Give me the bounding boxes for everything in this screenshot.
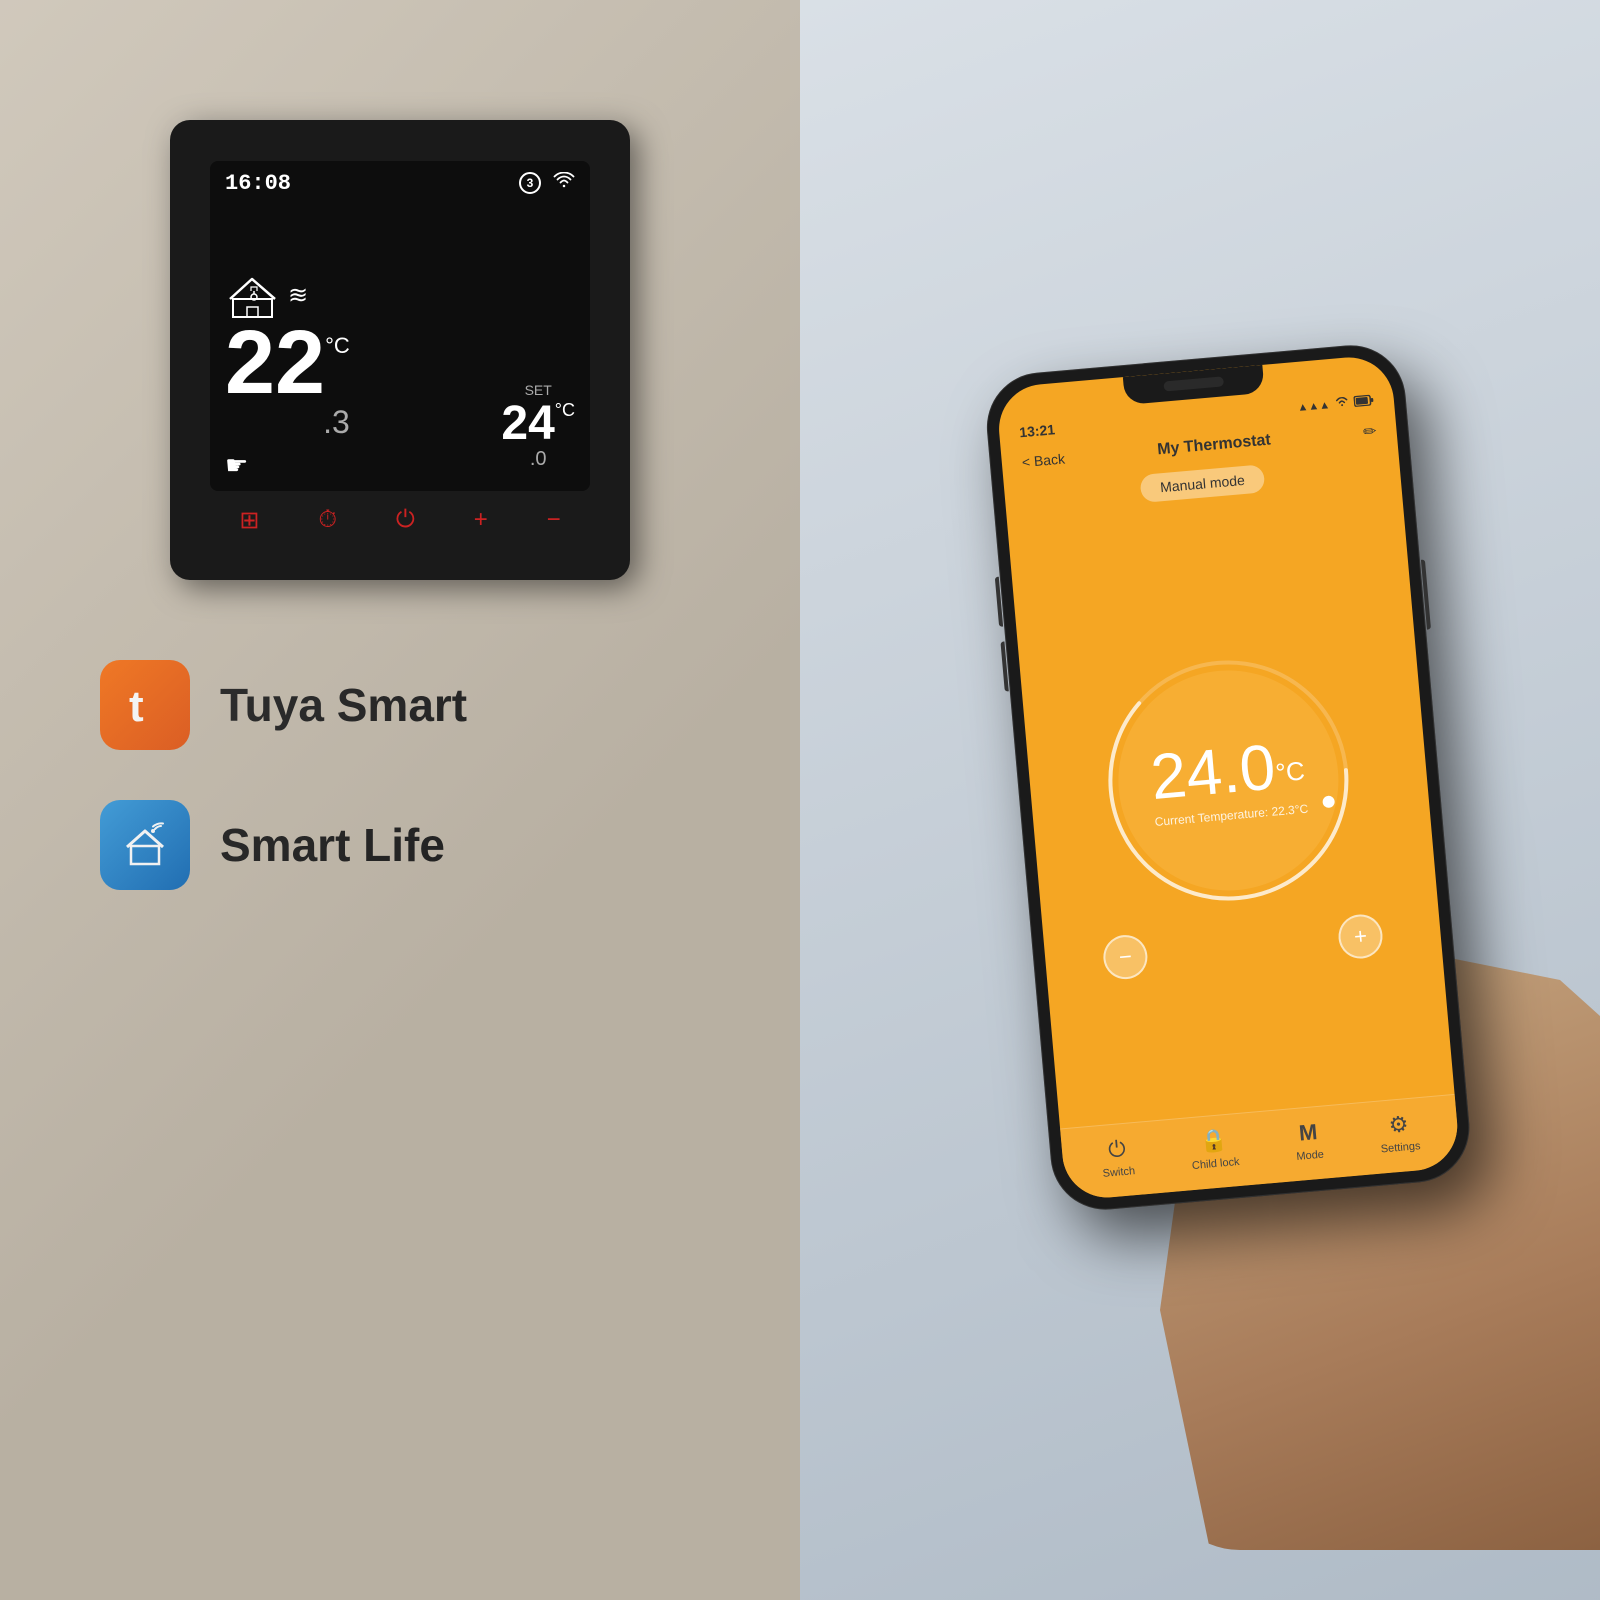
menu-icon[interactable]: ⊞ [239,506,259,535]
childlock-label: Child lock [1191,1156,1240,1172]
minus-icon[interactable]: − [547,506,561,535]
program-number: 3 [519,172,541,194]
side-button-vol-down [1000,641,1008,691]
set-temp-unit: °C [1274,755,1306,787]
set-label: SET [525,382,552,398]
switch-label: Switch [1102,1165,1135,1180]
plus-icon[interactable]: + [474,506,488,535]
thermostat-time: 16:08 [225,171,291,196]
set-temp-unit: °C [555,400,575,421]
temp-circle-content: 24.0°C Current Temperature: 22.3°C [1148,731,1309,828]
switch-icon: ⏻ [1107,1136,1127,1163]
brands-section: t Tuya Smart Smart Life [0,660,800,890]
set-temp: 24 [501,400,554,448]
signal-icon: ▲▲▲ [1297,399,1331,414]
nav-childlock[interactable]: 🔒 Child lock [1189,1126,1240,1172]
clock-icon[interactable]: ⏱ [318,506,337,535]
status-time: 13:21 [1019,421,1056,440]
lcd-top-row: 16:08 3 [225,171,575,196]
temp-controls: − + [1102,912,1385,980]
right-panel: 13:21 ▲▲▲ [800,0,1600,1600]
touch-icon: ☛ [225,450,248,481]
thermostat-buttons: ⊞ ⏱ ⏻ + − [210,491,590,540]
mode-icon: M [1298,1119,1319,1146]
smartlife-logo [100,800,190,890]
mode-label: Mode [1296,1149,1324,1163]
temperature-circle: 24.0°C Current Temperature: 22.3°C [1088,639,1370,921]
app-title: My Thermostat [1157,432,1272,460]
lcd-left: ≋ 22 °C .3 ☛ [225,271,350,481]
lcd-icons: 3 [519,172,575,195]
smartlife-brand: Smart Life [100,800,800,890]
left-panel: 16:08 3 [0,0,800,1600]
mode-badge[interactable]: Manual mode [1139,464,1266,503]
edit-icon[interactable]: ✏ [1362,421,1377,442]
current-temp-decimal: .3 [323,404,350,441]
tuya-logo: t [100,660,190,750]
svg-text:t: t [129,682,144,731]
nav-mode[interactable]: M Mode [1293,1119,1324,1163]
wifi-status-icon [1334,397,1349,411]
temp-decrease-button[interactable]: − [1102,933,1150,981]
settings-icon: ⚙ [1388,1111,1410,1139]
nav-settings[interactable]: ⚙ Settings [1378,1110,1421,1155]
set-temp-display: 24 °C [501,400,575,448]
power-icon[interactable]: ⏻ [396,506,415,535]
phone-container: 13:21 ▲▲▲ [982,341,1474,1214]
battery-icon [1353,394,1374,410]
set-temp-decimal: .0 [530,448,547,471]
set-temperature-display: 24.0°C [1148,731,1307,808]
current-temp-display: 22 °C [225,323,350,404]
temp-circle-area: 24.0°C Current Temperature: 22.3°C − + [1007,490,1454,1128]
heat-waves-icon: ≋ [288,284,306,308]
childlock-icon: 🔒 [1199,1127,1229,1155]
tuya-brand-name: Tuya Smart [220,678,467,732]
side-button-power [1421,559,1431,629]
smartlife-brand-name: Smart Life [220,818,445,872]
status-icons: ▲▲▲ [1297,394,1375,415]
current-temp: 22 [225,323,325,404]
thermostat-device: 16:08 3 [170,120,630,580]
set-temp-value: 24.0 [1148,730,1278,813]
lcd-display: 16:08 3 [210,161,590,491]
temp-increase-button[interactable]: + [1337,912,1385,960]
tuya-brand: t Tuya Smart [100,660,800,750]
lcd-right: SET 24 °C .0 [501,382,575,481]
settings-label: Settings [1380,1140,1421,1155]
lcd-main: ≋ 22 °C .3 ☛ SET 24 °C .0 [225,201,575,481]
side-button-vol-up [995,577,1003,627]
wifi-icon [553,172,575,195]
phone-outer: 13:21 ▲▲▲ [982,341,1474,1214]
nav-switch[interactable]: ⏻ Switch [1100,1135,1136,1180]
back-button[interactable]: < Back [1021,451,1065,471]
phone-screen: 13:21 ▲▲▲ [995,354,1461,1201]
current-temp-unit: °C [325,333,350,359]
